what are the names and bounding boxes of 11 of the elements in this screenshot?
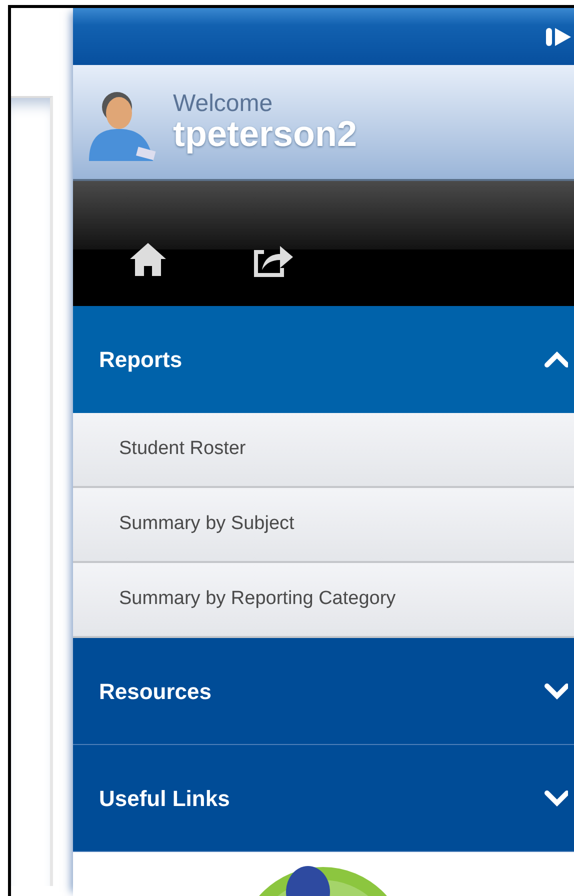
username: tpeterson2 (173, 116, 358, 152)
menu-link[interactable]: Summary by Subject (73, 488, 574, 563)
section-header[interactable]: Reports (73, 306, 574, 413)
home-icon[interactable] (129, 240, 167, 276)
menu-link[interactable]: Student Roster (73, 413, 574, 488)
collapse-sidebar-icon[interactable] (546, 26, 572, 48)
menu-link[interactable]: Summary by Reporting Category (73, 563, 574, 638)
section-header[interactable]: Useful Links (73, 745, 574, 852)
welcome-text: Welcome (173, 92, 274, 116)
chevron-up-icon (544, 348, 568, 370)
section-header[interactable]: Resources (73, 638, 574, 745)
